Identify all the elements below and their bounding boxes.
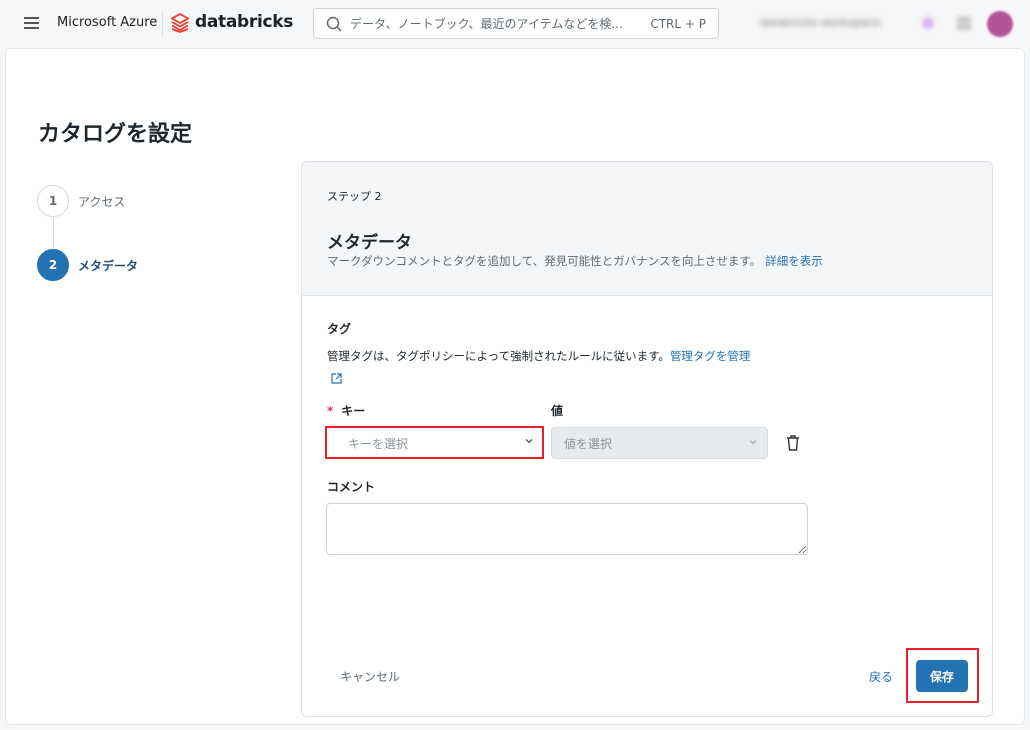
description-text: マークダウンコメントとタグを追加して、発見可能性とガバナンスを向上させます。 xyxy=(327,254,762,268)
step-metadata[interactable]: 2 メタデータ xyxy=(37,249,138,281)
databricks-logo-text[interactable]: databricks xyxy=(195,12,293,32)
step-number: 2 xyxy=(37,249,69,281)
metadata-card: ステップ 2 メタデータ マークダウンコメントとタグを追加して、発見可能性とガバ… xyxy=(301,161,993,717)
search-placeholder: データ、ノートブック、最近のアイテムなどを検... xyxy=(350,17,623,31)
comment-label: コメント xyxy=(327,480,376,494)
step-indicator: ステップ 2 xyxy=(327,190,382,203)
page-title: カタログを設定 xyxy=(38,122,193,147)
manage-tags-link[interactable]: 管理タグを管理 xyxy=(670,349,751,363)
search-shortcut: CTRL + P xyxy=(650,16,706,31)
azure-brand: Microsoft Azure xyxy=(57,15,158,30)
tags-help-text: 管理タグは、タグポリシーによって強制されたルールに従います。 xyxy=(327,349,670,363)
step-number: 1 xyxy=(37,185,69,217)
highlight-box xyxy=(325,426,544,459)
search-input[interactable]: データ、ノートブック、最近のアイテムなどを検... CTRL + P xyxy=(313,8,719,39)
value-select[interactable]: 値を選択 xyxy=(551,427,768,459)
apps-icon[interactable] xyxy=(957,16,971,30)
step-connector xyxy=(53,217,54,249)
step-label: メタデータ xyxy=(78,258,139,273)
key-label: * キー xyxy=(327,402,365,419)
key-label-text: キー xyxy=(341,404,366,418)
back-button[interactable]: 戻る xyxy=(869,668,893,685)
databricks-logo-icon[interactable] xyxy=(171,13,189,33)
step-label: アクセス xyxy=(78,194,126,209)
cancel-button[interactable]: キャンセル xyxy=(340,668,400,685)
value-label: 値 xyxy=(551,404,564,418)
divider xyxy=(162,12,163,36)
tags-label: タグ xyxy=(327,322,352,336)
workspace-selector[interactable]: databricks-workspace xyxy=(760,16,880,29)
card-header: ステップ 2 メタデータ マークダウンコメントとタグを追加して、発見可能性とガバ… xyxy=(302,162,992,296)
menu-icon[interactable] xyxy=(24,17,39,29)
external-link-icon[interactable] xyxy=(331,373,342,384)
card-title: メタデータ xyxy=(327,233,412,253)
value-placeholder: 値を選択 xyxy=(564,436,613,451)
step-access[interactable]: 1 アクセス xyxy=(37,185,125,217)
avatar[interactable] xyxy=(987,11,1013,37)
tags-help: 管理タグは、タグポリシーによって強制されたルールに従います。管理タグを管理 xyxy=(327,348,750,364)
trash-icon[interactable] xyxy=(784,434,802,452)
chevron-down-icon xyxy=(749,440,757,445)
required-marker: * xyxy=(327,404,334,418)
details-link[interactable]: 詳細を表示 xyxy=(765,254,823,268)
assistant-icon[interactable] xyxy=(922,17,934,29)
card-description: マークダウンコメントとタグを追加して、発見可能性とガバナンスを向上させます。 詳細… xyxy=(327,253,823,269)
comment-input[interactable] xyxy=(326,503,808,555)
highlight-box xyxy=(906,648,979,703)
top-bar: Microsoft Azure databricks データ、ノートブック、最近… xyxy=(0,0,1030,48)
search-icon xyxy=(326,16,342,32)
